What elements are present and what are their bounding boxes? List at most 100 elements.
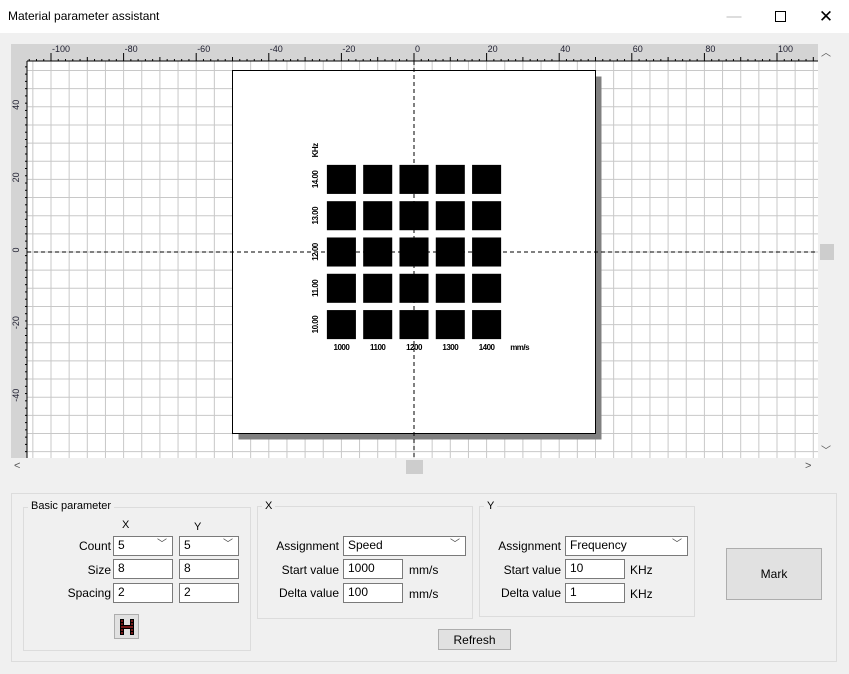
x-unit-label: mm/s	[510, 343, 530, 352]
test-tile	[326, 273, 356, 303]
x-delta-label: Delta value	[278, 586, 339, 600]
ruler-x-label: -60	[197, 44, 210, 54]
scroll-down-icon[interactable]: ﹀	[821, 442, 831, 457]
y-assignment-label: Assignment	[498, 539, 561, 553]
size-x-input[interactable]: 8	[113, 559, 173, 579]
hatch-icon	[119, 618, 134, 635]
ruler-x-label: -20	[342, 44, 355, 54]
test-tile	[472, 164, 502, 194]
y-start-label: Start value	[503, 563, 561, 577]
vertical-scroll-thumb[interactable]	[820, 244, 834, 260]
x-start-label: Start value	[281, 563, 339, 577]
y-value-label: 12.00	[311, 242, 320, 261]
ruler-x-label: 40	[560, 44, 570, 54]
window-title: Material parameter assistant	[8, 9, 160, 23]
ruler-x-label: 60	[633, 44, 643, 54]
y-assignment-select[interactable]: Frequency ﹀	[565, 536, 688, 556]
y-delta-label: Delta value	[500, 586, 561, 600]
x-assignment-value: Speed	[348, 538, 383, 552]
scroll-left-icon[interactable]: <	[14, 460, 20, 472]
x-assignment-select[interactable]: Speed ﹀	[343, 536, 466, 556]
spacing-label: Spacing	[67, 586, 111, 600]
ruler-y-label: 20	[11, 172, 21, 182]
refresh-button[interactable]: Refresh	[438, 629, 511, 650]
test-tile	[326, 164, 356, 194]
x-value-label: 1300	[442, 343, 459, 352]
x-value-label: 1400	[479, 343, 496, 352]
y-value-label: 14.00	[311, 170, 320, 189]
preview-canvas[interactable]: 1000 1100 1200 1300 1400 mm/s14.0013.0012.001…	[11, 44, 836, 476]
x-start-unit: mm/s	[409, 563, 439, 577]
minimize-icon[interactable]: —	[711, 0, 757, 33]
x-value-label: 1200	[406, 343, 423, 352]
horizontal-scrollbar[interactable]: < >	[11, 458, 818, 476]
ruler-y-label: -20	[11, 316, 21, 329]
size-y-input[interactable]: 8	[179, 559, 239, 579]
count-y-value: 5	[184, 538, 191, 552]
y-assignment-value: Frequency	[570, 538, 627, 552]
ruler-x-label: 100	[778, 44, 793, 54]
chevron-down-icon: ﹀	[223, 539, 233, 550]
x-assignment-label: Assignment	[276, 539, 339, 553]
ruler-x-label: -100	[52, 44, 70, 54]
chevron-down-icon: ﹀	[672, 539, 682, 550]
maximize-icon[interactable]	[757, 0, 803, 33]
test-tile	[326, 310, 356, 340]
ruler-x-label: -80	[125, 44, 138, 54]
y-value-label: 13.00	[311, 206, 320, 225]
close-icon[interactable]: ✕	[803, 0, 849, 33]
chevron-down-icon: ﹀	[157, 539, 167, 550]
ruler-x-label: 20	[488, 44, 498, 54]
test-tile	[363, 273, 393, 303]
ruler-x-label: -40	[270, 44, 283, 54]
horizontal-scroll-thumb[interactable]	[406, 460, 423, 474]
x-value-label: 1000	[334, 343, 351, 352]
hatch-button[interactable]	[114, 614, 139, 639]
column-y-label: Y	[194, 521, 202, 533]
test-tile	[435, 201, 465, 231]
count-x-select[interactable]: 5 ﹀	[113, 536, 173, 556]
size-label: Size	[87, 563, 111, 577]
chevron-down-icon: ﹀	[450, 539, 460, 550]
y-unit-label: KHz	[311, 143, 320, 158]
y-group-title: Y	[484, 500, 498, 512]
test-tile	[435, 310, 465, 340]
spacing-x-input[interactable]: 2	[113, 583, 173, 603]
spacing-y-input[interactable]: 2	[179, 583, 239, 603]
ruler-y-label: -40	[11, 389, 21, 402]
count-label: Count	[78, 539, 111, 553]
test-tile	[363, 164, 393, 194]
ruler-y-label: 0	[11, 247, 21, 252]
ruler-x-label: 80	[705, 44, 715, 54]
column-x-label: X	[122, 519, 130, 531]
test-tile	[326, 201, 356, 231]
test-tile	[472, 310, 502, 340]
count-x-value: 5	[118, 538, 125, 552]
test-tile	[472, 273, 502, 303]
test-tile	[435, 273, 465, 303]
scroll-up-icon[interactable]: ︿	[821, 44, 831, 59]
ruler-y-label: 40	[11, 100, 21, 110]
y-start-unit: KHz	[630, 563, 653, 577]
x-delta-input[interactable]: 100	[343, 583, 403, 603]
x-start-input[interactable]: 1000	[343, 559, 403, 579]
test-tile	[435, 164, 465, 194]
scroll-right-icon[interactable]: >	[805, 460, 811, 472]
mark-button[interactable]: Mark	[726, 548, 822, 600]
ruler-x-label: 0	[415, 44, 420, 54]
basic-parameter-title: Basic parameter	[28, 500, 115, 512]
x-group-title: X	[262, 500, 276, 512]
y-start-input[interactable]: 10	[565, 559, 625, 579]
y-delta-input[interactable]: 1	[565, 583, 625, 603]
count-y-select[interactable]: 5 ﹀	[179, 536, 239, 556]
test-tile	[472, 201, 502, 231]
title-bar: Material parameter assistant — ✕	[0, 0, 849, 33]
y-value-label: 10.00	[311, 315, 320, 334]
x-value-label: 1100	[370, 343, 386, 352]
vertical-scrollbar[interactable]: ︿ ﹀	[818, 44, 836, 458]
test-tile	[363, 201, 393, 231]
test-tile	[363, 310, 393, 340]
x-delta-unit: mm/s	[409, 587, 439, 601]
y-delta-unit: KHz	[630, 587, 653, 601]
y-value-label: 11.00	[311, 279, 320, 297]
